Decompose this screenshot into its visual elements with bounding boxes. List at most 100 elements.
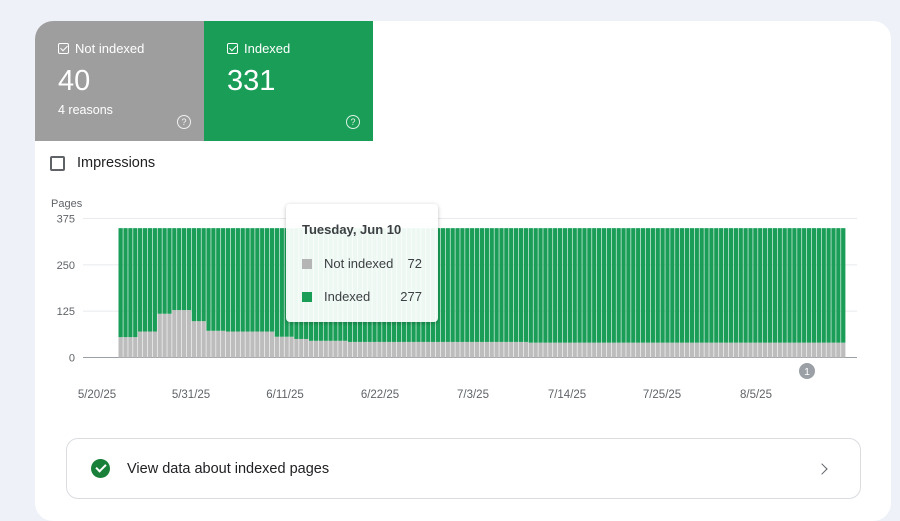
bar-indexed: [147, 228, 153, 332]
bar-indexed: [645, 228, 651, 343]
bar-indexed: [484, 228, 489, 342]
bar-not-indexed: [758, 342, 763, 358]
bar-indexed: [689, 228, 695, 343]
bar-not-indexed: [338, 340, 343, 358]
bar-not-indexed: [269, 331, 275, 358]
bar-indexed: [636, 228, 641, 343]
bar-indexed: [260, 228, 265, 332]
bar-indexed: [123, 228, 128, 338]
bar-not-indexed: [538, 342, 543, 358]
bar-not-indexed: [172, 310, 177, 358]
bar-not-indexed: [255, 331, 260, 358]
bar-not-indexed: [806, 342, 812, 358]
bar-not-indexed: [455, 341, 460, 358]
help-icon[interactable]: ?: [346, 115, 360, 129]
bar-not-indexed: [347, 341, 353, 358]
bar-not-indexed: [186, 310, 192, 358]
bar-not-indexed: [543, 342, 548, 358]
bar-indexed: [513, 228, 519, 342]
bar-not-indexed: [645, 342, 651, 358]
bar-indexed: [660, 228, 665, 343]
bar-indexed: [157, 228, 162, 314]
bar-indexed: [211, 228, 216, 331]
bar-indexed: [704, 228, 709, 343]
bar-not-indexed: [387, 341, 392, 358]
bar-not-indexed: [435, 341, 441, 358]
bar-not-indexed: [138, 331, 143, 358]
bar-not-indexed: [450, 341, 455, 358]
bar-indexed: [719, 228, 724, 343]
bar-indexed: [748, 228, 753, 343]
bar-not-indexed: [704, 342, 709, 358]
bar-indexed: [201, 228, 206, 322]
bar-not-indexed: [377, 341, 382, 358]
bar-not-indexed: [689, 342, 695, 358]
bar-not-indexed: [587, 342, 592, 358]
bar-indexed: [675, 228, 680, 343]
bar-indexed: [792, 228, 797, 343]
bar-not-indexed: [440, 341, 446, 358]
bar-indexed: [684, 228, 690, 343]
bar-not-indexed: [304, 338, 309, 358]
bar-not-indexed: [230, 331, 236, 358]
bar-not-indexed: [313, 340, 319, 358]
bar-indexed: [455, 228, 460, 342]
indexing-chart[interactable]: Pages 0 125 250 375 5/20/25 5/31/25 6/11/25 6/22…: [35, 191, 891, 436]
checkbox-checked-icon[interactable]: [227, 42, 238, 54]
bar-not-indexed: [284, 336, 289, 358]
bar-not-indexed: [601, 342, 607, 358]
bar-not-indexed: [665, 342, 670, 358]
checkbox-checked-icon[interactable]: [58, 42, 69, 54]
bar-not-indexed: [318, 340, 323, 358]
bar-indexed: [245, 228, 250, 332]
bar-indexed: [650, 228, 655, 343]
bar-indexed: [225, 228, 231, 332]
bar-not-indexed: [221, 330, 226, 358]
x-tick-label: 5/20/25: [78, 389, 116, 401]
x-tick-label: 7/14/25: [548, 389, 586, 401]
bar-not-indexed: [162, 313, 167, 358]
bar-indexed: [797, 228, 802, 343]
bar-not-indexed: [460, 341, 465, 358]
bar-not-indexed: [133, 337, 138, 358]
bar-indexed: [553, 228, 558, 343]
impressions-label: Impressions: [77, 155, 156, 171]
impressions-toggle[interactable]: Impressions: [50, 155, 155, 171]
bar-not-indexed: [733, 342, 738, 358]
bar-not-indexed: [655, 342, 660, 358]
bar-indexed: [235, 228, 240, 332]
bar-not-indexed: [621, 342, 626, 358]
bar-not-indexed: [123, 337, 128, 358]
bar-indexed: [811, 228, 817, 343]
view-indexed-pages-label: View data about indexed pages: [127, 460, 330, 477]
bar-not-indexed: [430, 341, 436, 358]
bar-indexed: [831, 228, 836, 343]
tooltip-row-indexed: Indexed 277: [302, 289, 422, 304]
bar-indexed: [577, 228, 582, 343]
indexed-tile[interactable]: Indexed 331 ?: [204, 21, 373, 141]
bar-indexed: [196, 228, 201, 322]
bar-indexed: [836, 228, 841, 343]
tooltip-series-value: 72: [407, 256, 422, 271]
bar-indexed: [772, 228, 778, 343]
bar-not-indexed: [147, 331, 153, 358]
help-icon[interactable]: ?: [177, 115, 191, 129]
tooltip-series-value: 277: [400, 289, 422, 304]
bar-not-indexed: [675, 342, 680, 358]
bar-not-indexed: [167, 313, 172, 358]
not-indexed-tile[interactable]: Not indexed 40 4 reasons ?: [35, 21, 204, 141]
bar-indexed: [567, 228, 572, 343]
bar-indexed: [504, 228, 509, 342]
bar-not-indexed: [250, 331, 255, 358]
bar-not-indexed: [426, 341, 431, 358]
bar-indexed: [138, 228, 143, 332]
view-indexed-pages-link[interactable]: View data about indexed pages: [66, 438, 861, 499]
chart-tooltip: Tuesday, Jun 10 Not indexed 72 Indexed 2…: [286, 204, 438, 322]
bar-not-indexed: [513, 341, 519, 358]
bar-not-indexed: [572, 342, 577, 358]
checkbox-unchecked-icon[interactable]: [50, 155, 65, 171]
bar-not-indexed: [753, 342, 758, 358]
bar-not-indexed: [738, 342, 743, 358]
tooltip-row-not-indexed: Not indexed 72: [302, 256, 422, 271]
bar-not-indexed: [499, 341, 504, 358]
